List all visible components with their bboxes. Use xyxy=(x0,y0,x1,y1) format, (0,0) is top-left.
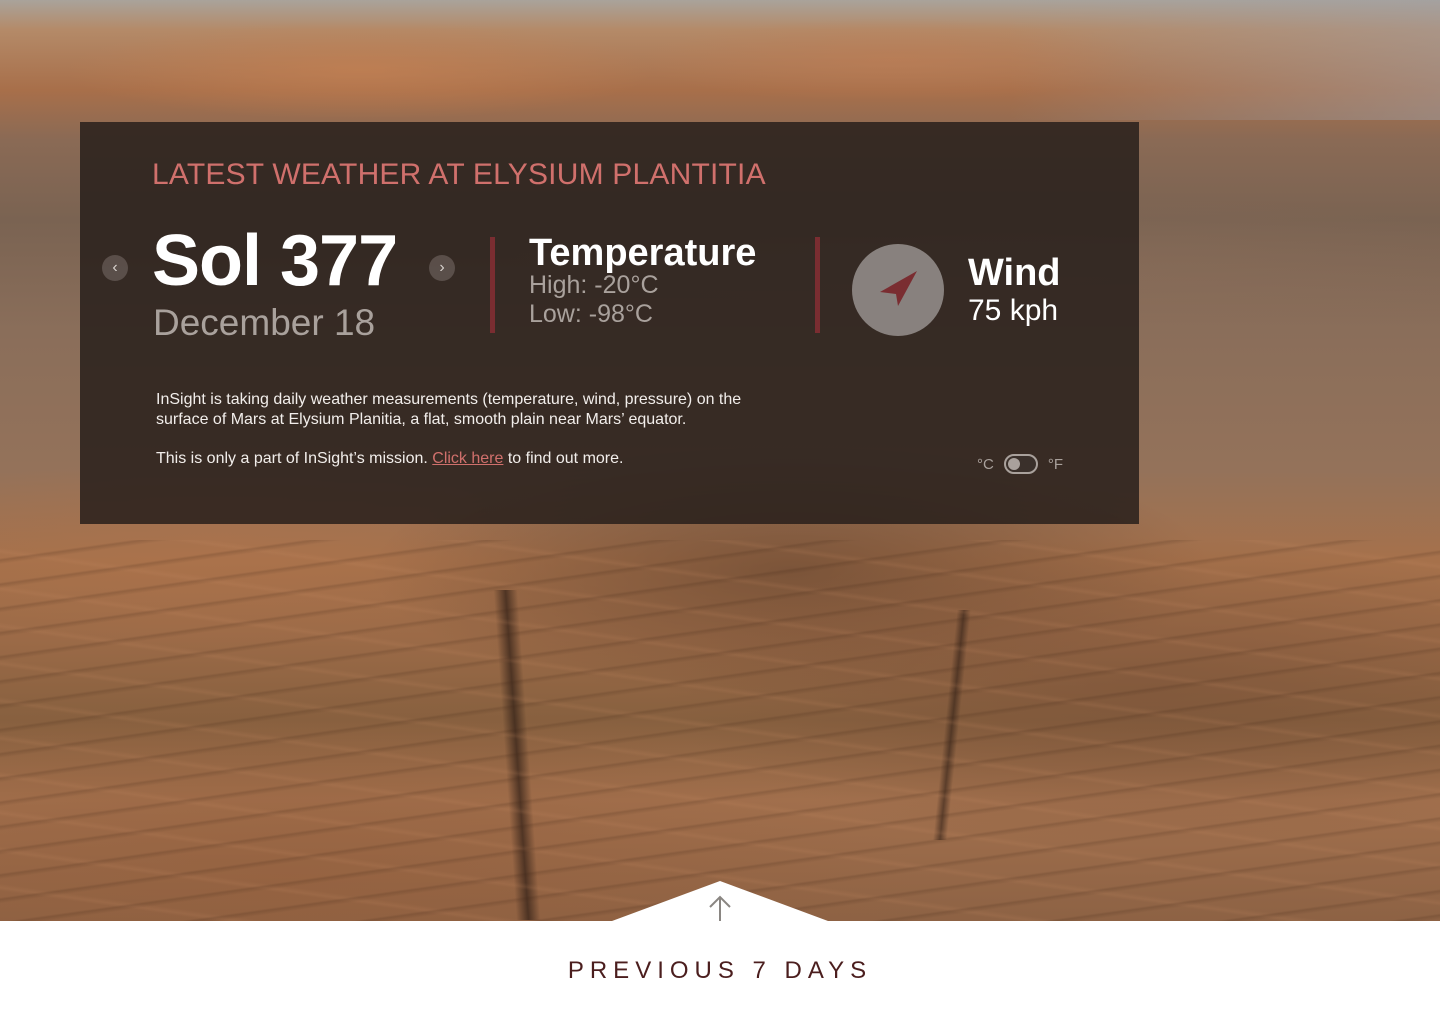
rock-crack xyxy=(493,590,541,920)
previous-7-days-button[interactable]: PREVIOUS 7 DAYS xyxy=(0,957,1440,985)
temperature-title: Temperature xyxy=(529,232,757,274)
weather-headline: LATEST WEATHER AT ELYSIUM PLANTITIA xyxy=(152,158,766,191)
chevron-right-icon: › xyxy=(439,259,445,276)
section-divider xyxy=(815,237,820,333)
previous-days-section: PREVIOUS 7 DAYS xyxy=(0,921,1440,1024)
section-divider xyxy=(490,237,495,333)
arrow-up-icon[interactable] xyxy=(706,893,734,923)
rock-crack xyxy=(932,610,972,840)
sol-date: December 18 xyxy=(153,302,376,343)
unit-toggle: °C °F xyxy=(977,454,1063,474)
fahrenheit-label: °F xyxy=(1047,455,1064,473)
mission-note-suffix: to find out more. xyxy=(503,450,624,467)
mission-note: This is only a part of InSight’s mission… xyxy=(156,449,623,469)
temperature-low: Low: -98°C xyxy=(529,300,653,328)
chevron-left-icon: ‹ xyxy=(112,259,118,276)
wind-title: Wind xyxy=(968,252,1061,294)
next-sol-button[interactable]: › xyxy=(429,255,455,281)
unit-toggle-switch[interactable] xyxy=(1003,454,1038,474)
temperature-high: High: -20°C xyxy=(529,271,659,299)
insight-description: InSight is taking daily weather measurem… xyxy=(156,391,742,428)
click-here-link[interactable]: Click here xyxy=(432,450,503,467)
weather-card: LATEST WEATHER AT ELYSIUM PLANTITIA ‹ So… xyxy=(80,122,1139,524)
toggle-knob xyxy=(1007,458,1020,470)
sol-number: Sol 377 xyxy=(152,221,398,301)
previous-sol-button[interactable]: ‹ xyxy=(102,255,128,281)
wind-direction-compass xyxy=(852,244,944,336)
wind-speed: 75 kph xyxy=(968,294,1059,327)
compass-arrow-icon xyxy=(880,271,917,306)
mission-note-prefix: This is only a part of InSight’s mission… xyxy=(156,450,433,467)
celsius-label: °C xyxy=(977,455,994,473)
